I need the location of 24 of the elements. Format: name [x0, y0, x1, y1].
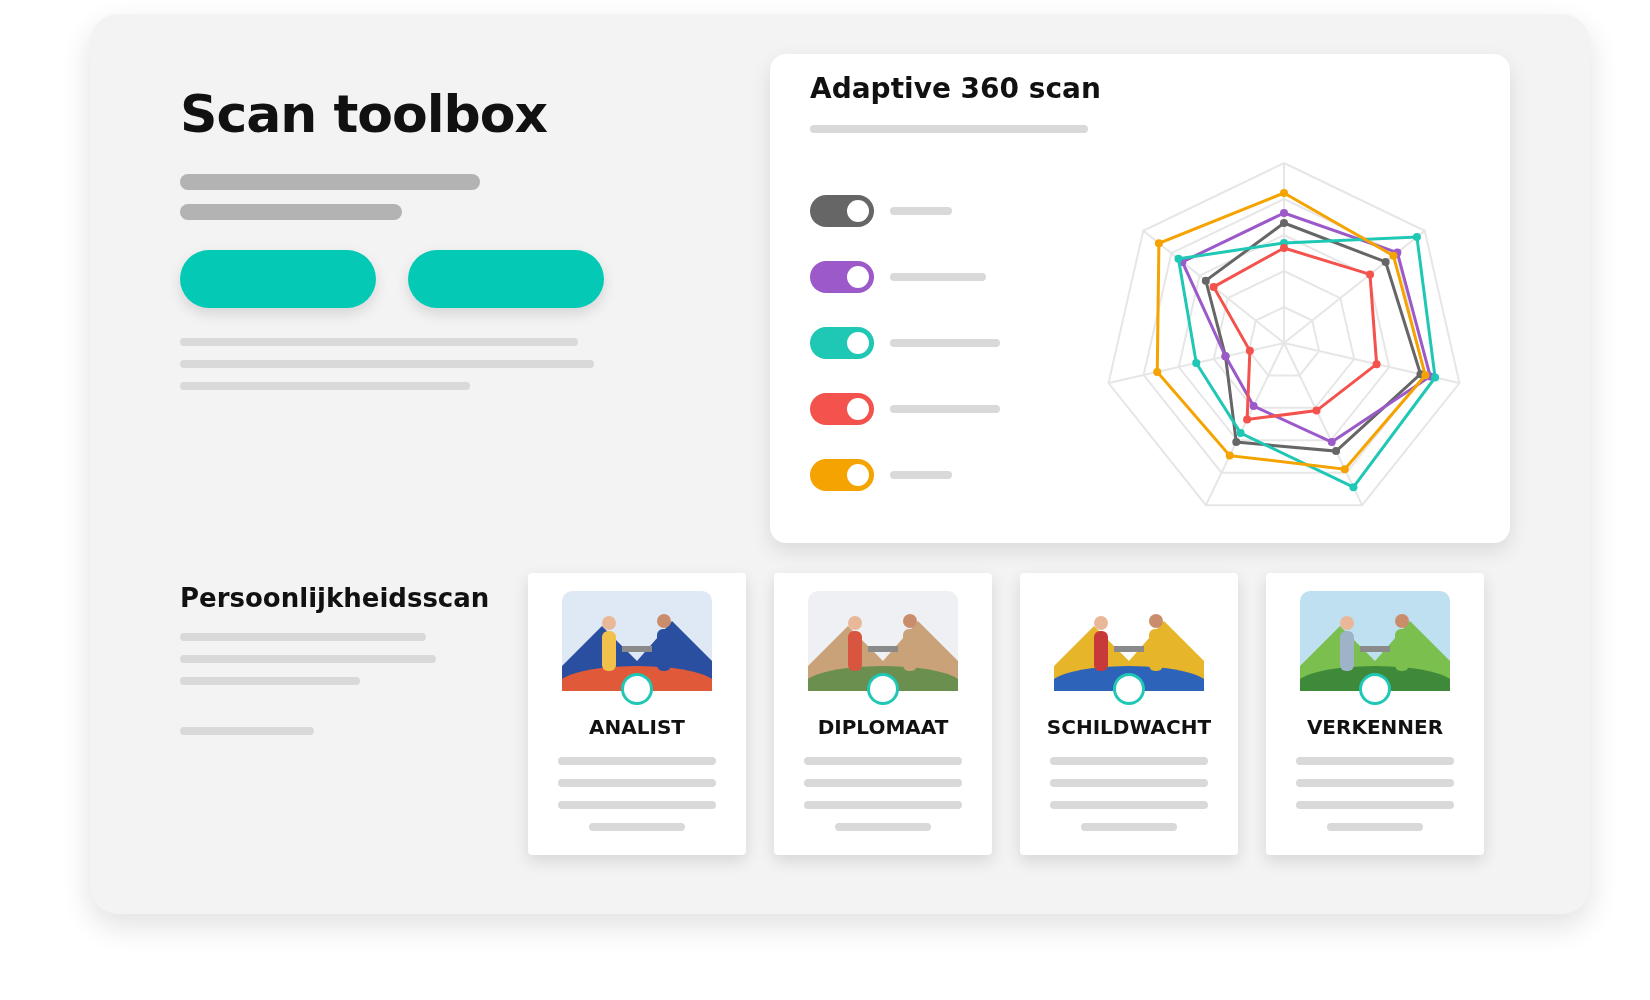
card-label: DIPLOMAAT: [817, 715, 949, 739]
section-title: Persoonlijkheidsscan: [180, 583, 491, 613]
persona-card[interactable]: ANALIST: [528, 573, 746, 855]
selection-ring-icon: [867, 673, 899, 705]
placeholder-line: [890, 207, 952, 215]
persona-card[interactable]: SCHILDWACHT: [1020, 573, 1238, 855]
persona-card[interactable]: DIPLOMAAT: [774, 573, 992, 855]
selection-ring-icon: [1359, 673, 1391, 705]
toggle-switch[interactable]: [810, 327, 874, 359]
selection-ring-icon: [621, 673, 653, 705]
page-title: Scan toolbox: [180, 84, 549, 144]
card-label: ANALIST: [589, 715, 685, 739]
placeholder-line: [890, 471, 952, 479]
pill-button[interactable]: [180, 250, 376, 308]
card-label: VERKENNER: [1306, 715, 1444, 739]
selection-ring-icon: [1113, 673, 1145, 705]
persona-card[interactable]: VERKENNER: [1266, 573, 1484, 855]
toggle-switch[interactable]: [810, 393, 874, 425]
toggle-switch[interactable]: [810, 195, 874, 227]
card-title: Adaptive 360 scan: [810, 72, 1102, 105]
pill-button[interactable]: [408, 250, 604, 308]
card-label: SCHILDWACHT: [1046, 715, 1212, 739]
toggle-switch[interactable]: [810, 261, 874, 293]
toggle-switch[interactable]: [810, 459, 874, 491]
